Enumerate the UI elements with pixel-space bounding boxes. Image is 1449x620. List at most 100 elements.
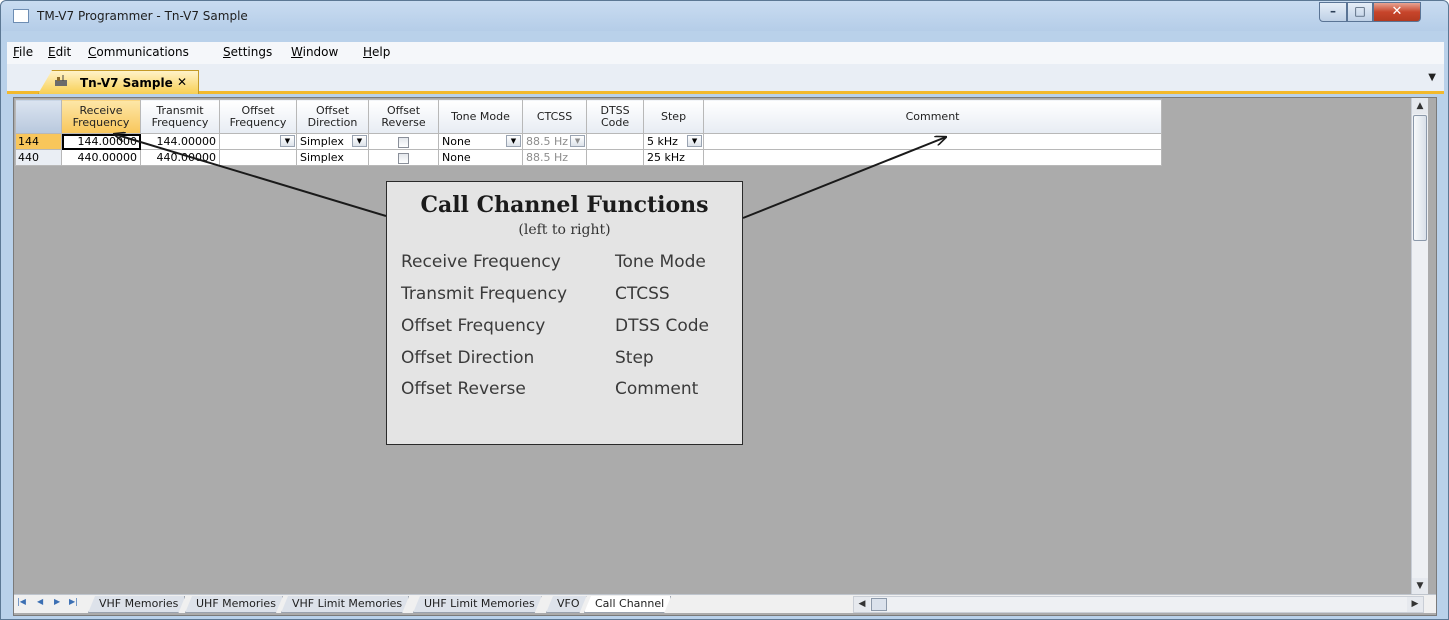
scroll-left-icon[interactable]: ◀ <box>854 597 870 612</box>
menu-bar: File Edit Communications Settings Window… <box>7 42 1444 64</box>
chevron-down-icon[interactable]: ▼ <box>687 135 703 147</box>
minimize-icon: – <box>1330 4 1336 18</box>
sheet-tab-uhf-memories[interactable]: UHF Memories <box>185 596 283 613</box>
last-sheet-icon[interactable]: ▶| <box>69 597 78 606</box>
tab-close-icon[interactable]: ✕ <box>177 75 187 89</box>
next-sheet-icon[interactable]: ▶ <box>54 597 60 606</box>
column-header-dtss-code[interactable]: DTSS Code <box>586 99 645 134</box>
column-header-offset-direction[interactable]: Offset Direction <box>296 99 369 134</box>
callout-right-item: Comment <box>615 379 699 399</box>
tab-list-dropdown-icon[interactable]: ▼ <box>1428 72 1436 83</box>
callout-right-item: Tone Mode <box>615 252 706 272</box>
scroll-right-icon[interactable]: ▶ <box>1407 597 1423 612</box>
callout-subtitle: (left to right) <box>518 222 611 238</box>
grid-header-row: Receive Frequency Transmit Frequency Off… <box>15 99 1163 134</box>
call-channel-functions-callout: Call Channel Functions (left to right) R… <box>386 181 743 445</box>
chevron-down-icon[interactable]: ▼ <box>280 135 295 147</box>
menu-help[interactable]: Help <box>363 45 390 59</box>
dtss-code-cell[interactable] <box>586 149 645 166</box>
receive-frequency-cell[interactable]: 440.00000 <box>61 149 141 166</box>
menu-communications[interactable]: Communications <box>88 45 189 59</box>
horizontal-scroll-thumb[interactable] <box>871 598 887 611</box>
tone-mode-cell[interactable]: None <box>438 149 523 166</box>
step-cell[interactable]: 5 kHz ▼ <box>643 133 705 150</box>
callout-right-item: Step <box>615 348 654 368</box>
offset-reverse-checkbox[interactable] <box>398 152 409 164</box>
window-title: TM-V7 Programmer - Tn-V7 Sample <box>37 9 248 23</box>
document-tab-strip: Tn-V7 Sample ✕ ▼ <box>7 64 1444 94</box>
previous-sheet-icon[interactable]: ◀ <box>37 597 43 606</box>
ctcss-cell[interactable]: 88.5 Hz ▼ <box>521 133 588 150</box>
offset-direction-cell[interactable]: Simplex <box>296 149 369 166</box>
maximize-button[interactable]: □ <box>1347 2 1373 22</box>
column-header-offset-frequency[interactable]: Offset Frequency <box>219 99 297 134</box>
sheet-tab-vfo[interactable]: VFO <box>546 596 587 613</box>
vertical-scroll-thumb[interactable] <box>1413 115 1427 241</box>
menu-window[interactable]: Window <box>291 45 338 59</box>
callout-left-item: Offset Frequency <box>401 316 546 336</box>
transmit-frequency-cell[interactable]: 144.00000 <box>140 133 220 150</box>
sheet-tab-uhf-limit-memories[interactable]: UHF Limit Memories <box>413 596 542 613</box>
callout-left-item: Receive Frequency <box>401 252 561 272</box>
horizontal-scrollbar[interactable]: ◀ ▶ <box>853 596 1424 613</box>
sheet-tab-call-channel[interactable]: Call Channel <box>584 596 671 613</box>
grid-corner[interactable] <box>15 99 62 134</box>
table-row[interactable]: 144 144.00000 144.00000 ▼ Simplex ▼ None ▼… <box>15 133 1163 150</box>
column-header-tone-mode[interactable]: Tone Mode <box>438 99 523 134</box>
offset-frequency-cell[interactable]: ▼ <box>219 133 297 150</box>
comment-cell[interactable] <box>703 133 1163 150</box>
column-header-offset-reverse[interactable]: Offset Reverse <box>368 99 439 134</box>
callout-right-item: CTCSS <box>615 284 670 304</box>
menu-edit[interactable]: Edit <box>48 45 71 59</box>
app-window: TM-V7 Programmer - Tn-V7 Sample – □ ✕ Fi… <box>0 0 1449 620</box>
scroll-up-icon[interactable]: ▲ <box>1412 98 1428 114</box>
receive-frequency-cell[interactable]: 144.00000 <box>61 133 141 150</box>
transmit-frequency-cell[interactable]: 440.00000 <box>140 149 220 166</box>
offset-direction-value: Simplex <box>300 135 344 148</box>
vertical-scrollbar[interactable]: ▲ ▼ <box>1411 98 1428 594</box>
document-tab[interactable]: Tn-V7 Sample ✕ <box>38 70 199 94</box>
maximize-icon: □ <box>1354 4 1366 18</box>
chevron-down-icon[interactable]: ▼ <box>352 135 367 147</box>
offset-reverse-cell[interactable] <box>368 133 439 150</box>
callout-title: Call Channel Functions <box>420 192 709 218</box>
column-header-receive-frequency[interactable]: Receive Frequency <box>61 99 141 134</box>
step-cell[interactable]: 25 kHz <box>643 149 705 166</box>
callout-left-item: Offset Reverse <box>401 379 526 399</box>
offset-frequency-cell[interactable] <box>219 149 297 166</box>
close-button[interactable]: ✕ <box>1373 2 1421 22</box>
callout-left-item: Transmit Frequency <box>401 284 568 304</box>
callout-left-item: Offset Direction <box>401 348 535 368</box>
row-header[interactable]: 144 <box>15 133 62 150</box>
column-header-ctcss[interactable]: CTCSS <box>521 99 588 134</box>
row-header[interactable]: 440 <box>15 149 62 166</box>
close-icon: ✕ <box>1391 4 1403 19</box>
tone-mode-value: None <box>442 135 471 148</box>
column-header-transmit-frequency[interactable]: Transmit Frequency <box>140 99 220 134</box>
column-header-comment[interactable]: Comment <box>703 99 1163 134</box>
menu-settings[interactable]: Settings <box>223 45 272 59</box>
minimize-button[interactable]: – <box>1319 2 1347 22</box>
column-header-step[interactable]: Step <box>643 99 705 134</box>
dtss-code-cell[interactable] <box>586 133 645 150</box>
chevron-down-icon[interactable]: ▼ <box>506 135 521 147</box>
callout-right-item: DTSS Code <box>615 316 709 336</box>
document-radio-icon <box>55 75 67 86</box>
offset-reverse-cell[interactable] <box>368 149 439 166</box>
title-bar[interactable]: TM-V7 Programmer - Tn-V7 Sample – □ ✕ <box>1 1 1448 31</box>
sheet-tab-bar: |◀ ◀ ▶ ▶| VHF Memories UHF Memories VHF … <box>14 594 1436 613</box>
scroll-down-icon[interactable]: ▼ <box>1412 578 1428 594</box>
table-row[interactable]: 440 440.00000 440.00000 Simplex None 88.… <box>15 149 1163 166</box>
sheet-tab-vhf-limit-memories[interactable]: VHF Limit Memories <box>281 596 409 613</box>
ctcss-value: 88.5 Hz <box>526 135 569 148</box>
menu-file[interactable]: File <box>13 45 33 59</box>
chevron-down-icon[interactable]: ▼ <box>570 135 586 147</box>
offset-direction-cell[interactable]: Simplex ▼ <box>296 133 369 150</box>
first-sheet-icon[interactable]: |◀ <box>17 597 26 606</box>
sheet-tab-vhf-memories[interactable]: VHF Memories <box>88 596 185 613</box>
tone-mode-cell[interactable]: None ▼ <box>438 133 523 150</box>
offset-reverse-checkbox[interactable] <box>398 136 409 148</box>
ctcss-cell[interactable]: 88.5 Hz <box>521 149 588 166</box>
comment-cell[interactable] <box>703 149 1163 166</box>
document-tab-label: Tn-V7 Sample <box>80 76 173 90</box>
